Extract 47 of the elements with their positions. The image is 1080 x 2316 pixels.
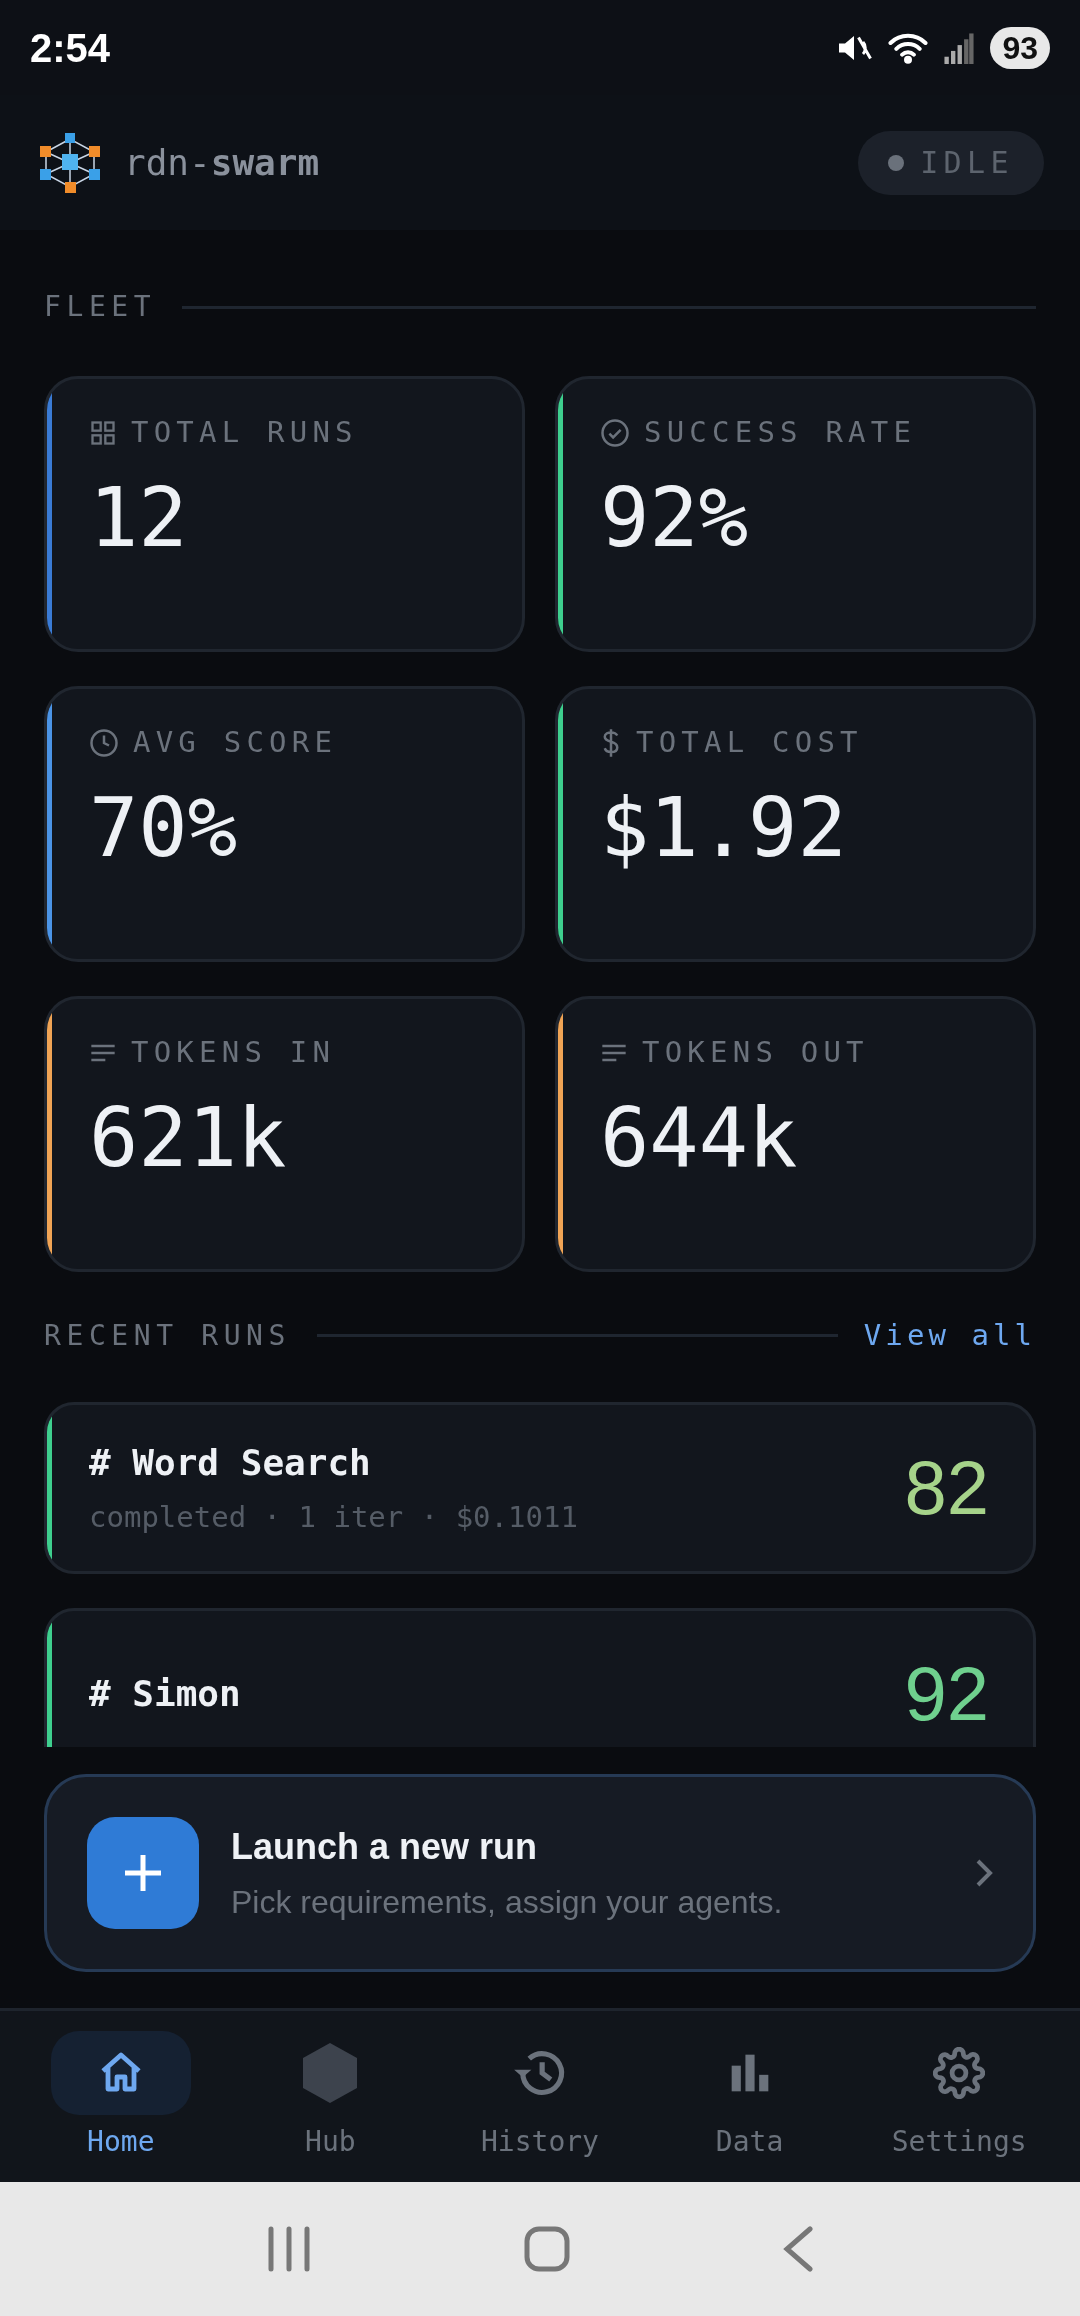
section-title: FLEET <box>44 289 157 325</box>
stat-label: TOKENS OUT <box>642 1034 869 1071</box>
stat-label: TOTAL COST <box>636 724 863 761</box>
back-icon[interactable] <box>783 2226 814 2272</box>
clock-time: 2:54 <box>30 24 111 72</box>
stat-value: $1.92 <box>600 782 848 873</box>
app-name: rdn-swarm <box>124 140 320 185</box>
run-score: 92 <box>904 1649 989 1738</box>
run-title: # Simon <box>89 1671 241 1716</box>
nav-tab[interactable]: Hub <box>230 2031 431 2163</box>
stat-label: AVG SCORE <box>133 724 338 761</box>
nav-tab[interactable]: Home <box>20 2031 221 2163</box>
plus-icon <box>123 1853 163 1893</box>
view-all-link[interactable]: View all <box>863 1314 1036 1358</box>
run-details: completed · 1 iter · $0.1011 <box>89 1498 578 1536</box>
grid-icon <box>89 418 117 447</box>
home-button-icon[interactable] <box>524 2226 570 2272</box>
signal-icon <box>944 31 975 64</box>
stat-label: TOKENS IN <box>131 1034 336 1071</box>
run-card[interactable]: # Word Search completed · 1 iter · $0.1011 82 <box>44 1401 1036 1574</box>
settings-icon <box>933 2047 986 2099</box>
stat-value: 70% <box>89 782 239 873</box>
stat-label: TOTAL RUNS <box>131 414 358 451</box>
nav-tab[interactable]: Settings <box>859 2031 1060 2163</box>
clock-icon <box>89 727 119 758</box>
stat-value: 92% <box>600 472 750 563</box>
recent-apps-icon[interactable] <box>266 2226 311 2272</box>
stat-value: 644k <box>600 1092 799 1183</box>
status-pill: IDLE <box>858 130 1044 195</box>
section-title: RECENT RUNS <box>44 1317 292 1354</box>
run-title: # Word Search <box>89 1440 372 1485</box>
run-card[interactable]: # Simon 92 <box>44 1607 1036 1747</box>
cube-network-logo-icon <box>38 130 102 195</box>
launch-card[interactable]: Launch a new run Pick requirements, assign your agents. <box>44 1774 1036 1972</box>
check-circle-icon <box>600 417 630 448</box>
battery-level: 93 <box>990 26 1050 69</box>
add-button[interactable] <box>87 1817 199 1929</box>
nav-tab[interactable]: History <box>440 2031 640 2163</box>
stat-value: 621k <box>89 1092 288 1183</box>
launch-subtitle: Pick requirements, assign your agents. <box>231 1883 783 1922</box>
chevron-right-icon <box>975 1858 993 1888</box>
launch-title: Launch a new run <box>231 1825 539 1869</box>
run-score: 82 <box>904 1443 989 1532</box>
stat-label: SUCCESS RATE <box>644 414 917 451</box>
nav-tab[interactable]: Data <box>649 2031 850 2163</box>
stat-value: 12 <box>89 472 189 563</box>
wifi-icon <box>888 31 929 64</box>
